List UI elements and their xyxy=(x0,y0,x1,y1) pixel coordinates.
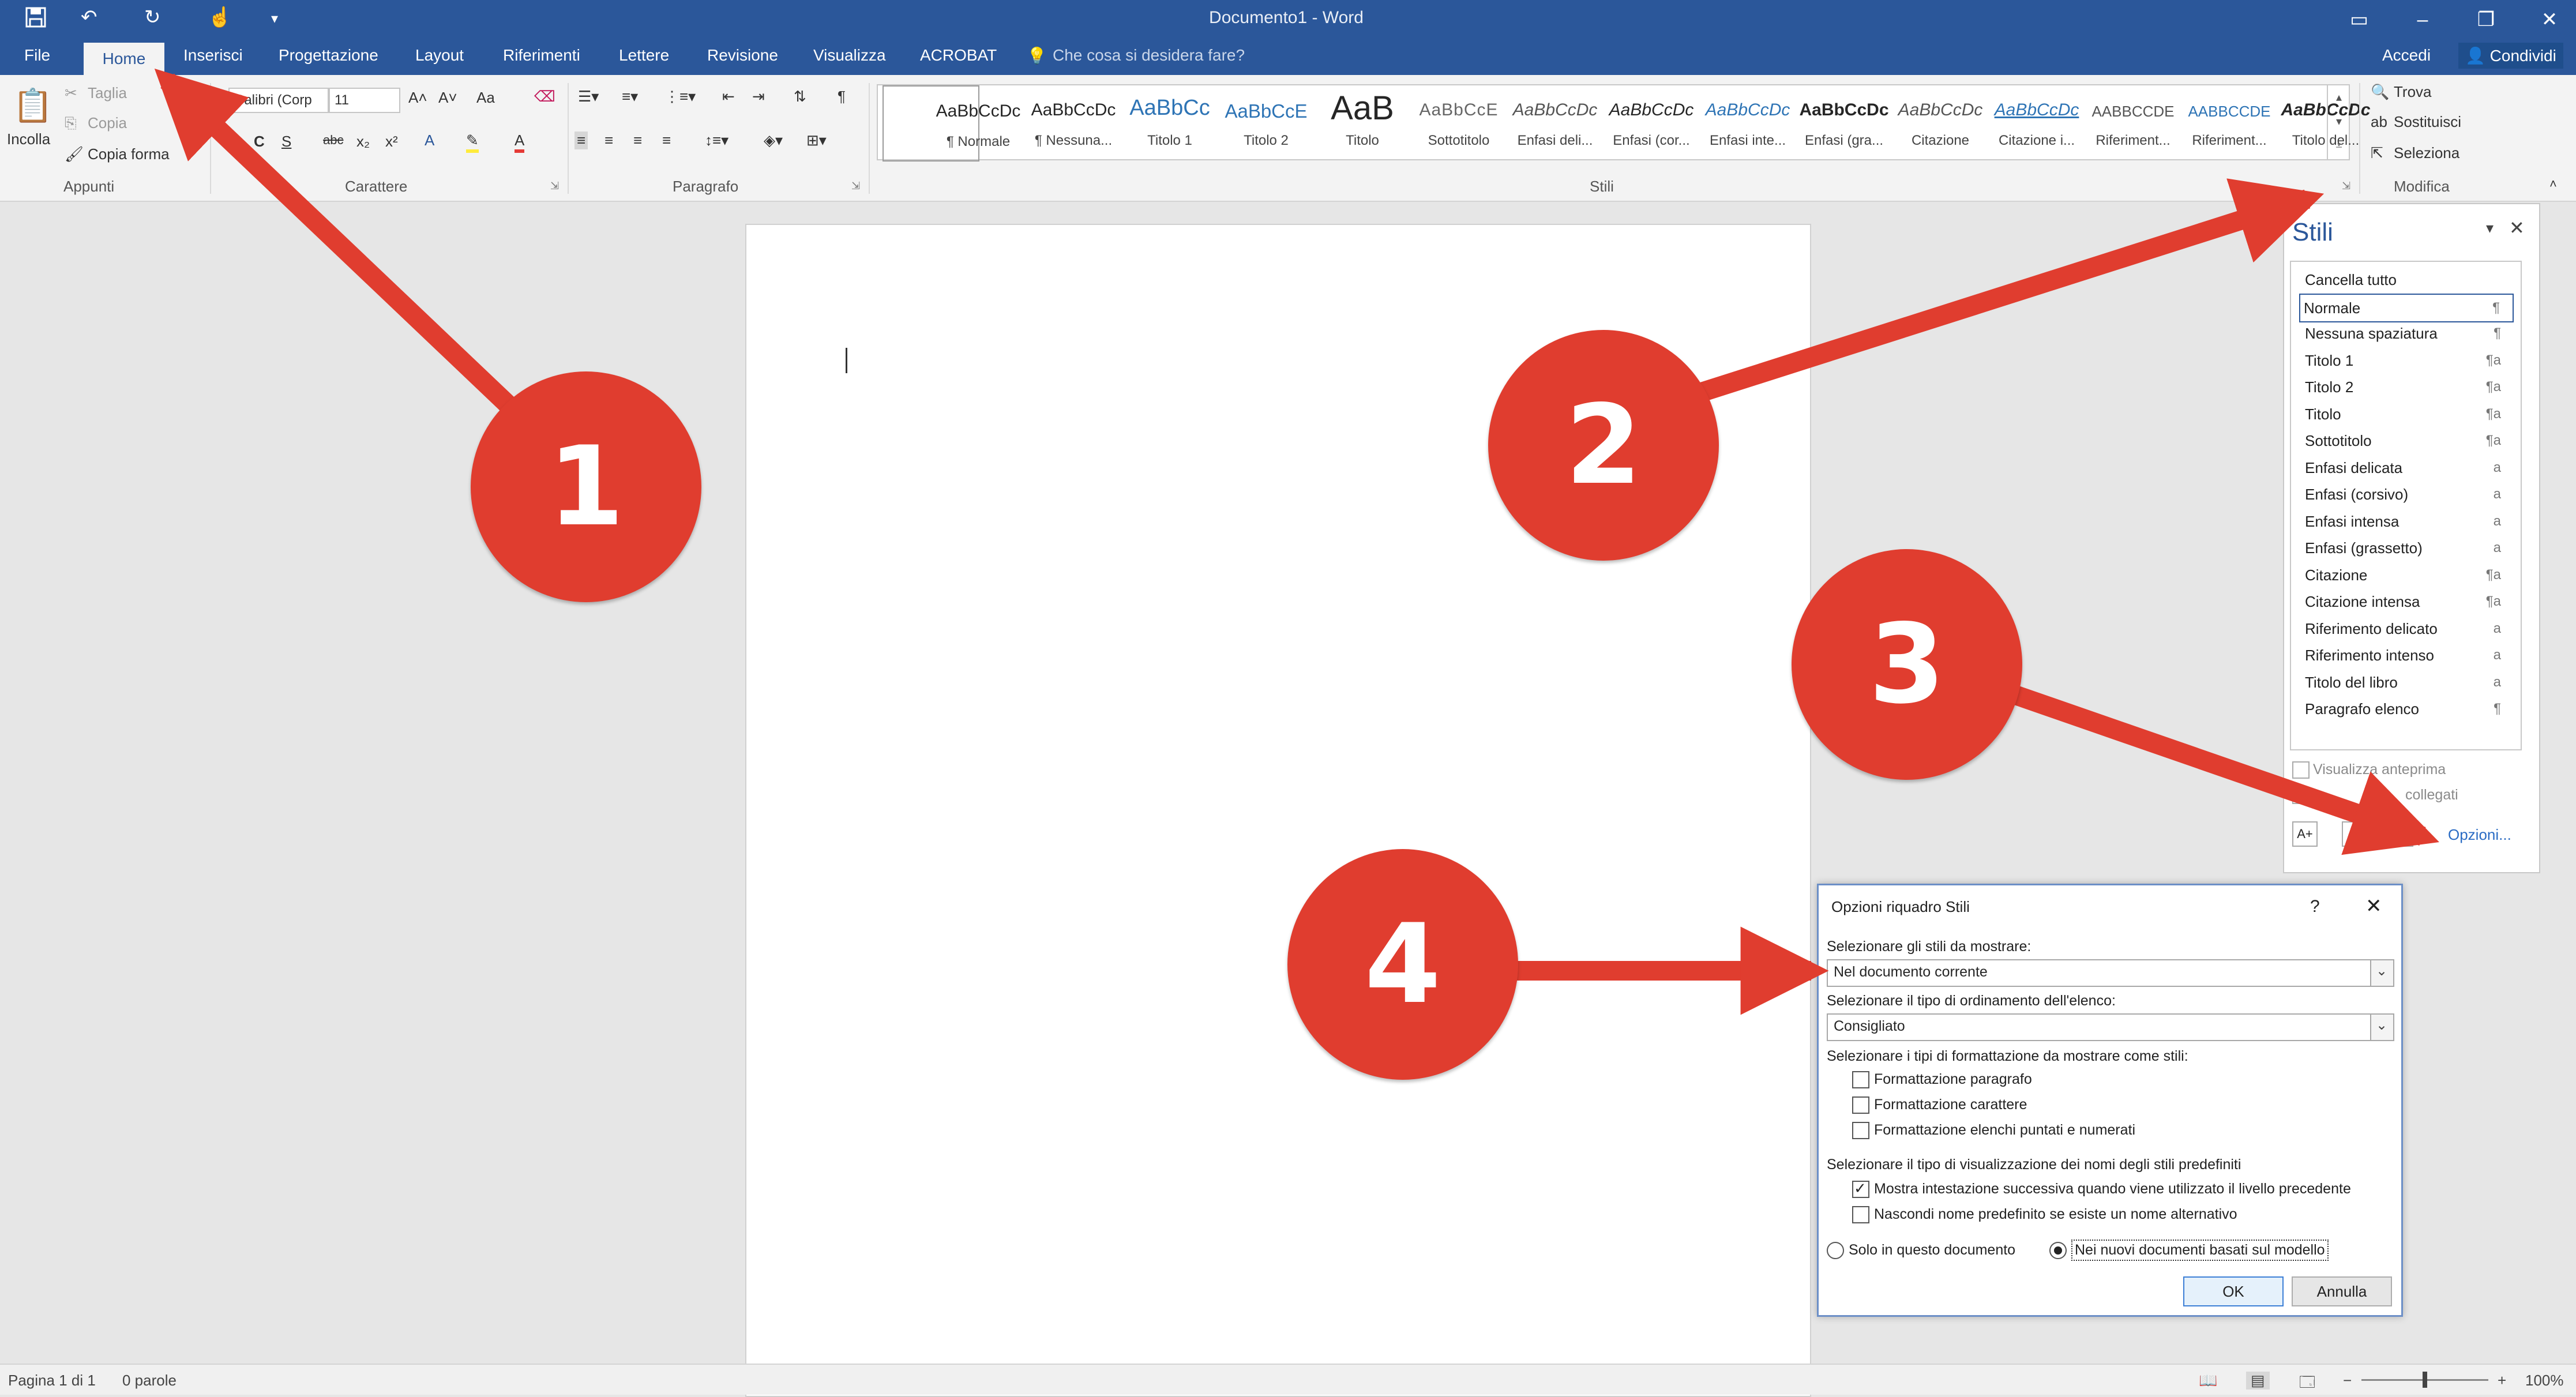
callout-3: 3 xyxy=(1792,549,2022,780)
arrow-3 xyxy=(2004,682,2439,855)
callout-number: 3 xyxy=(1868,600,1946,728)
callout-number: 1 xyxy=(547,423,625,550)
callout-1: 1 xyxy=(471,371,701,602)
callout-number: 2 xyxy=(1565,381,1642,509)
arrow-2 xyxy=(1698,178,2325,402)
callout-4: 4 xyxy=(1287,849,1518,1080)
arrow-1 xyxy=(154,68,526,423)
annotation-arrows xyxy=(154,68,2439,1015)
callout-2: 2 xyxy=(1488,330,1719,561)
callout-number: 4 xyxy=(1364,900,1441,1028)
